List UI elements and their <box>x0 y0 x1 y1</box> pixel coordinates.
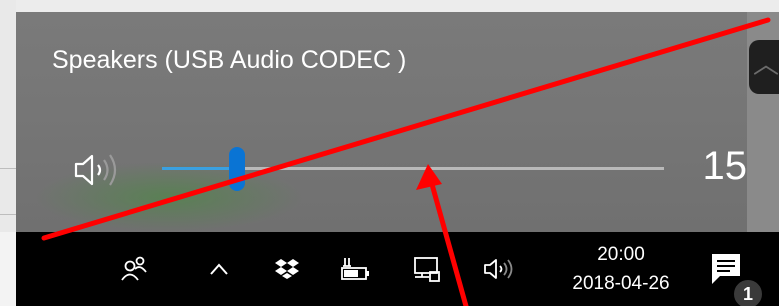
screenshot: Speakers (USB Audio CODEC ) 15 ︿ 20:00 2… <box>0 0 779 306</box>
divider <box>0 168 16 169</box>
clock-date: 2018-04-26 <box>572 273 670 294</box>
people-icon[interactable] <box>116 232 152 306</box>
flyout-expand-button[interactable]: ︿ <box>749 40 779 94</box>
playback-device-name[interactable]: Speakers (USB Audio CODEC ) <box>52 46 406 75</box>
battery-charging-icon[interactable] <box>338 232 372 306</box>
slider-thumb[interactable] <box>229 147 245 191</box>
notification-count-badge: 1 <box>732 278 764 306</box>
speaker-volume-icon[interactable] <box>72 150 122 190</box>
network-icon[interactable] <box>410 232 444 306</box>
taskbar-clock[interactable]: 20:00 2018-04-26 <box>556 240 686 298</box>
desktop-window-edge <box>0 0 17 232</box>
taskbar: 20:00 2018-04-26 1 <box>16 232 779 306</box>
chevron-up-icon: ︿ <box>753 50 779 80</box>
chevron-up-icon[interactable] <box>204 232 234 306</box>
clock-time: 20:00 <box>597 244 645 265</box>
dropbox-icon[interactable] <box>272 232 302 306</box>
desktop-top-edge <box>16 0 779 12</box>
volume-flyout: Speakers (USB Audio CODEC ) 15 <box>16 12 747 232</box>
volume-slider[interactable] <box>162 147 664 191</box>
divider <box>0 214 16 215</box>
speaker-icon[interactable] <box>480 232 520 306</box>
volume-value: 15 <box>702 144 748 188</box>
slider-fill <box>162 167 237 170</box>
